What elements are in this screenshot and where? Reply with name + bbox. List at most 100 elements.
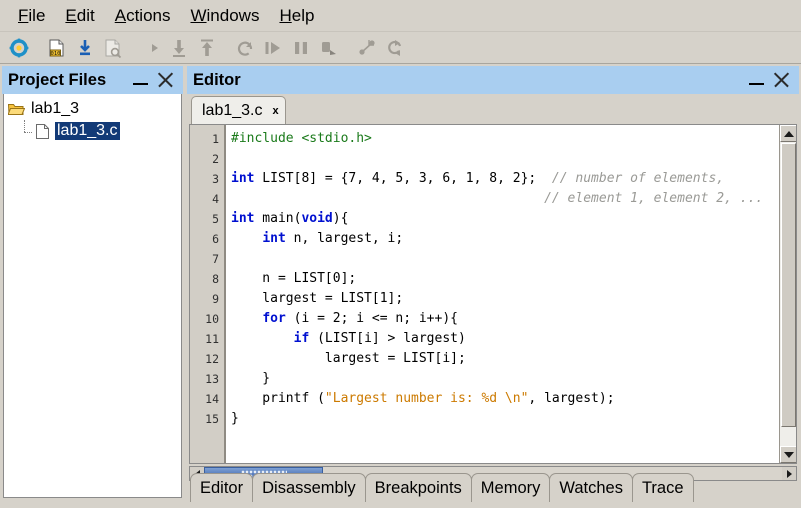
- code-line: for (i = 2; i <= n; i++){: [231, 309, 796, 329]
- scroll-right-icon[interactable]: [782, 467, 796, 480]
- step-into-icon: [138, 35, 164, 61]
- menu-item-file[interactable]: File: [8, 4, 55, 28]
- code-token-plain: printf (: [231, 391, 325, 406]
- code-editor[interactable]: 1 2 3 4 5 6 7 8 9 10 11 12 13 14 15 #include <stdio.h>…: [189, 124, 797, 464]
- tab-close-icon[interactable]: x: [273, 105, 279, 117]
- tree-item-lab1-3[interactable]: lab1_3: [6, 98, 179, 120]
- close-icon[interactable]: [155, 70, 175, 90]
- bottom-tab-memory[interactable]: Memory: [470, 473, 551, 502]
- menu-item-windows[interactable]: Windows: [180, 4, 269, 28]
- code-line: #include <stdio.h>: [231, 129, 796, 149]
- code-line: largest = LIST[i];: [231, 349, 796, 369]
- code-token-cm: // element 1, element 2, ...: [544, 191, 764, 206]
- file-icon: [32, 122, 52, 140]
- project-files-tree[interactable]: lab1_3 lab1_3.c: [3, 94, 182, 498]
- code-line: int main(void){: [231, 209, 796, 229]
- svg-text:010: 010: [51, 51, 61, 57]
- menu-item-edit[interactable]: Edit: [55, 4, 104, 28]
- line-number: 2: [212, 152, 219, 166]
- build-binary-icon[interactable]: 010: [44, 35, 70, 61]
- restart-icon: [232, 35, 258, 61]
- editor-tab-lab1-3-c[interactable]: lab1_3.c x: [191, 96, 286, 124]
- close-icon[interactable]: [771, 70, 791, 90]
- download-icon[interactable]: [72, 35, 98, 61]
- code-token-kw: if: [293, 331, 310, 346]
- code-token-plain: main(: [254, 211, 302, 226]
- code-token-plain: }: [231, 411, 239, 426]
- code-token-pre: #include <stdio.h>: [231, 131, 372, 146]
- project-files-titlebar: Project Files: [2, 66, 183, 94]
- toolbar-separator: [128, 35, 138, 61]
- tree-item-lab1-3-c[interactable]: lab1_3.c: [6, 120, 179, 142]
- line-number-gutter: 1 2 3 4 5 6 7 8 9 10 11 12 13 14 15: [190, 125, 226, 463]
- code-token-cm: // number of elements,: [551, 171, 725, 186]
- settings-gear-icon[interactable]: [6, 35, 32, 61]
- code-token-plain: n = LIST[0];: [231, 271, 357, 286]
- editor-title: Editor: [193, 70, 241, 89]
- code-token-plain: , largest);: [528, 391, 615, 406]
- bottom-tab-editor[interactable]: Editor: [190, 473, 254, 502]
- editor-window-buttons: [747, 70, 795, 90]
- code-line: int LIST[8] = {7, 4, 5, 3, 6, 1, 8, 2}; …: [231, 169, 796, 189]
- tree-item-label: lab1_3: [31, 100, 80, 117]
- code-line: // element 1, element 2, ...: [231, 189, 796, 209]
- line-number: 4: [212, 192, 219, 206]
- tree-item-label: lab1_3.c: [55, 122, 120, 140]
- ide-window: File Edit Actions Windows Help 010 Project F…: [0, 0, 801, 508]
- code-line: }: [231, 409, 796, 429]
- vertical-scroll-track[interactable]: [780, 142, 796, 446]
- line-number: 6: [212, 232, 219, 246]
- code-token-plain: n, largest, i;: [285, 231, 404, 246]
- code-line: printf ("Largest number is: %d \n", larg…: [231, 389, 796, 409]
- refresh-icon: [382, 35, 408, 61]
- minimize-icon[interactable]: [131, 70, 151, 90]
- bottom-tab-watches[interactable]: Watches: [549, 473, 633, 502]
- editor-vertical-scrollbar[interactable]: [779, 125, 796, 463]
- tree-connector: [20, 120, 32, 140]
- line-number: 9: [212, 292, 219, 306]
- line-number: 1: [212, 132, 219, 146]
- line-number: 15: [205, 412, 219, 426]
- editor-panel: Editor lab1_3.c x 1 2 3 4 5 6 7 8 9 10 11 12 13 14 15 #…: [187, 66, 799, 498]
- scroll-down-icon[interactable]: [780, 446, 796, 463]
- bottom-tab-disassembly[interactable]: Disassembly: [252, 473, 366, 502]
- minimize-icon[interactable]: [747, 70, 767, 90]
- line-number: 13: [205, 372, 219, 386]
- toolbar-separator: [222, 35, 232, 61]
- line-number: 8: [212, 272, 219, 286]
- run-icon: [260, 35, 286, 61]
- bottom-tab-bar: Editor Disassembly Breakpoints Memory Watche…: [190, 470, 694, 502]
- menu-item-help[interactable]: Help: [269, 4, 324, 28]
- vertical-scroll-thumb[interactable]: [781, 143, 796, 427]
- scroll-up-icon[interactable]: [780, 125, 796, 142]
- code-token-plain: LIST[8] = {7, 4, 5, 3, 6, 1, 8, 2};: [254, 171, 552, 186]
- code-token-kw: int: [262, 231, 286, 246]
- line-number: 11: [205, 332, 219, 346]
- code-token-kw: int: [231, 171, 255, 186]
- code-token-kw: void: [301, 211, 333, 226]
- project-files-title: Project Files: [8, 70, 107, 89]
- project-files-panel: Project Files lab1_3 lab1_3.c: [2, 66, 183, 498]
- menu-item-actions[interactable]: Actions: [105, 4, 181, 28]
- bottom-tab-trace[interactable]: Trace: [631, 473, 694, 502]
- toolbar-separator: [344, 35, 354, 61]
- line-number: 7: [212, 252, 219, 266]
- toolbar: 010: [0, 32, 801, 64]
- step-over-icon: [166, 35, 192, 61]
- editor-titlebar: Editor: [187, 66, 799, 94]
- code-line: n = LIST[0];: [231, 269, 796, 289]
- line-number: 12: [205, 352, 219, 366]
- bottom-tab-breakpoints[interactable]: Breakpoints: [364, 473, 472, 502]
- code-token-plain: largest = LIST[1];: [231, 291, 404, 306]
- code-token-plain: ){: [332, 211, 349, 226]
- code-text-area[interactable]: #include <stdio.h> int LIST[8] = {7, 4, …: [226, 125, 796, 463]
- pause-icon: [288, 35, 314, 61]
- code-line: largest = LIST[1];: [231, 289, 796, 309]
- code-token-str: "Largest number is: %d \n": [324, 391, 529, 406]
